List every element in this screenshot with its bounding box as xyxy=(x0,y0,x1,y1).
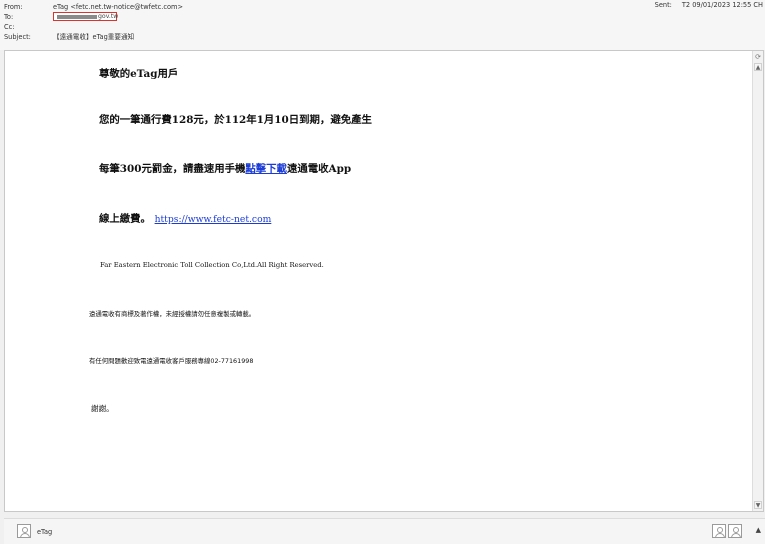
payment-link[interactable]: https://www.fetc-net.com xyxy=(155,214,272,225)
subject-label: Subject: xyxy=(4,33,31,41)
to-row: To: gov.tw xyxy=(4,12,204,22)
copyright-line: 遠通電收有商標及著作權，未經授權請勿任意複製或轉載。 xyxy=(89,310,256,318)
chevron-up-icon[interactable]: ▲ xyxy=(756,526,761,534)
sent-info: Sent: T2 09/01/2023 12:55 CH xyxy=(655,1,763,10)
vertical-scrollbar[interactable]: ⟳ ▲ ▼ xyxy=(752,51,763,511)
people-list-icon[interactable] xyxy=(728,524,742,538)
to-label: To: xyxy=(4,13,14,21)
download-link[interactable]: 點擊下載 xyxy=(245,163,287,175)
thanks-line: 謝謝。 xyxy=(91,404,114,413)
scroll-up-button[interactable]: ▲ xyxy=(754,63,762,71)
contact-name[interactable]: eTag xyxy=(37,528,52,536)
cc-label: Cc: xyxy=(4,23,15,31)
to-value[interactable]: gov.tw xyxy=(53,12,123,22)
body-line-2: 每筆300元罰金，請盡速用手機點擊下載遠通電收App xyxy=(99,160,351,175)
to-domain: gov.tw xyxy=(98,13,119,20)
line2-tail: 遠通電收App xyxy=(286,163,352,175)
subject-value: 【遠通電收】eTag重要通知 xyxy=(53,33,135,41)
sent-label: Sent: xyxy=(654,1,672,9)
scroll-down-button[interactable]: ▼ xyxy=(754,501,762,509)
line2-text: 每筆300元罰金，請盡速用手機 xyxy=(99,163,246,175)
people-pane: eTag ▲ xyxy=(4,518,765,544)
redacted-recipient: gov.tw xyxy=(53,12,119,21)
hotline-line: 有任何問題歡迎致電遠通電收客戶服務專線02-77161998 xyxy=(89,357,254,365)
line3-text: 線上繳費。 xyxy=(99,213,151,225)
contact-avatar-icon[interactable] xyxy=(17,524,31,538)
greeting: 尊敬的eTag用戶 xyxy=(99,68,179,80)
sent-value: T2 09/01/2023 12:55 CH xyxy=(681,1,763,9)
from-value[interactable]: eTag <fetc.net.tw-notice@twfetc.com> xyxy=(53,3,183,12)
message-header: From: eTag <fetc.net.tw-notice@twfetc.co… xyxy=(0,0,765,50)
message-body[interactable]: 尊敬的eTag用戶 您的一筆通行費128元，於112年1月10日到期，避免產生 … xyxy=(4,50,764,512)
people-view-icon[interactable] xyxy=(712,524,726,538)
body-line-3: 線上繳費。 https://www.fetc-net.com xyxy=(99,210,271,225)
pane-options-icon[interactable]: ⟳ xyxy=(754,53,762,61)
company-line: Far Eastern Electronic Toll Collection C… xyxy=(100,261,324,269)
body-line-1: 您的一筆通行費128元，於112年1月10日到期，避免產生 xyxy=(99,114,372,126)
from-label: From: xyxy=(4,3,23,11)
redaction-block xyxy=(57,15,97,19)
